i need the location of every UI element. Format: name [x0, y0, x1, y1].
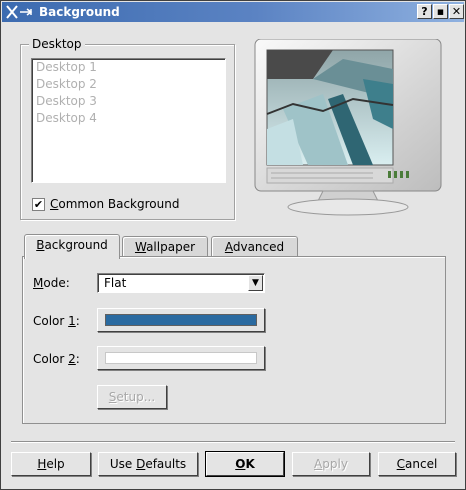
desktop-group-title: Desktop	[29, 37, 85, 51]
window-title: Background	[39, 5, 120, 19]
ok-button[interactable]: OK	[205, 451, 285, 477]
tab-background[interactable]: Background	[24, 234, 120, 259]
apply-button[interactable]: Apply	[292, 452, 370, 476]
use-defaults-button[interactable]: Use Defaults	[98, 452, 198, 476]
common-background-checkbox[interactable]: ✔	[32, 198, 45, 211]
maximize-button[interactable]: ▪	[433, 4, 448, 19]
color2-button[interactable]	[97, 346, 265, 370]
mode-select[interactable]: Flat ▼	[97, 273, 265, 293]
help-title-button[interactable]: ?	[417, 4, 432, 19]
background-dialog: Background ? ▪ ✕ Desktop Desktop 1 Deskt…	[0, 0, 466, 490]
help-button[interactable]: Help	[11, 452, 91, 476]
color2-swatch	[105, 352, 257, 364]
separator	[11, 441, 455, 443]
color1-button[interactable]	[97, 308, 265, 332]
list-item[interactable]: Desktop 1	[32, 59, 225, 76]
list-item[interactable]: Desktop 2	[32, 76, 225, 93]
color1-label: Color 1:	[33, 314, 80, 328]
title-bar[interactable]: Background ? ▪ ✕	[2, 2, 464, 22]
tab-wallpaper[interactable]: Wallpaper	[122, 236, 208, 258]
setup-button[interactable]: Setup...	[97, 385, 167, 409]
dropdown-arrow-icon[interactable]: ▼	[248, 275, 263, 291]
mode-value: Flat	[104, 276, 127, 290]
common-background-label[interactable]: Common Background	[50, 197, 179, 211]
background-tab-panel: Mode: Flat ▼ Color 1: Color 2: Setup...	[22, 256, 446, 424]
mode-label: Mode:	[33, 276, 70, 290]
desktop-group: Desktop Desktop 1 Desktop 2 Desktop 3 De…	[20, 37, 235, 220]
close-button[interactable]: ✕	[449, 4, 464, 19]
cancel-button[interactable]: Cancel	[378, 452, 456, 476]
color1-swatch	[105, 314, 257, 326]
monitor-preview	[253, 38, 443, 217]
tab-advanced[interactable]: Advanced	[211, 236, 298, 258]
desktop-list[interactable]: Desktop 1 Desktop 2 Desktop 3 Desktop 4	[31, 58, 226, 183]
list-item[interactable]: Desktop 4	[32, 110, 225, 127]
window-menu-icon[interactable]	[5, 4, 35, 20]
list-item[interactable]: Desktop 3	[32, 93, 225, 110]
color2-label: Color 2:	[33, 352, 80, 366]
